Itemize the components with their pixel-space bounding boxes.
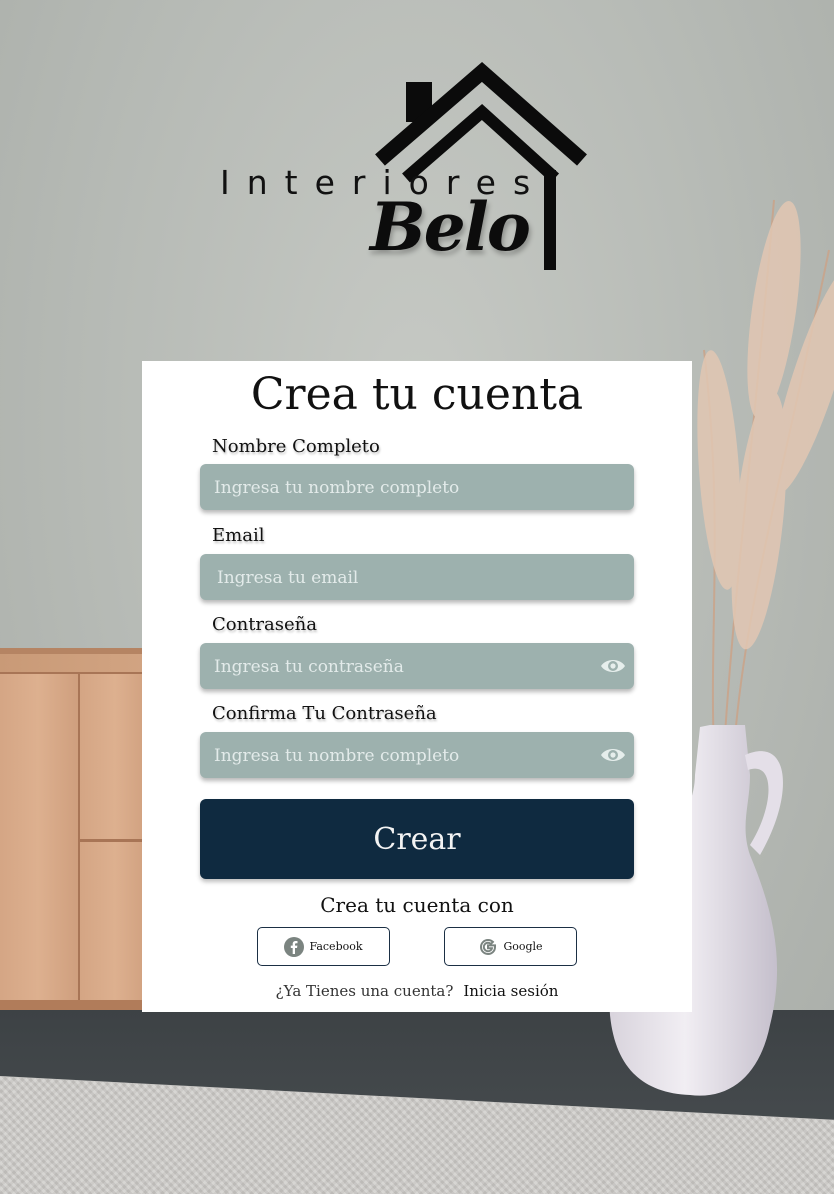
confirm-password-field [200,732,634,780]
confirm-password-label: Confirma Tu Contraseña [212,703,437,724]
social-signup-prompt: Crea tu cuenta con [320,893,514,917]
confirm-password-input[interactable] [212,732,596,780]
login-link[interactable]: Inicia sesión [463,982,558,1000]
facebook-button-label: Facebook [309,940,363,953]
google-button[interactable]: Google [444,927,577,966]
eye-icon[interactable] [600,744,626,766]
register-card: Crea tu cuenta Nombre Completo Email Con… [142,361,692,1012]
password-input[interactable] [212,643,596,691]
email-input[interactable] [215,554,599,602]
cabinet-door [78,840,152,1009]
full-name-label: Nombre Completo [212,436,380,457]
email-field [200,554,634,602]
login-prompt-line: ¿Ya Tienes una cuenta? Inicia sesión [142,982,692,1000]
create-account-button[interactable]: Crear [200,799,634,879]
full-name-input[interactable] [212,464,596,512]
google-button-label: Google [503,940,543,953]
page-title: Crea tu cuenta [250,369,584,420]
google-icon [480,938,497,955]
eye-icon[interactable] [600,655,626,677]
facebook-icon [284,936,305,957]
email-label: Email [212,525,265,546]
password-field [200,643,634,691]
cabinet-door [78,672,152,841]
full-name-field [200,464,634,512]
brand-logo: Interiores Belo [210,60,600,280]
cabinet-door [0,672,80,1006]
facebook-button[interactable]: Facebook [257,927,390,966]
login-prompt-text: ¿Ya Tienes una cuenta? [275,982,454,1000]
logo-text-belo: Belo [370,188,531,266]
password-label: Contraseña [212,614,317,635]
